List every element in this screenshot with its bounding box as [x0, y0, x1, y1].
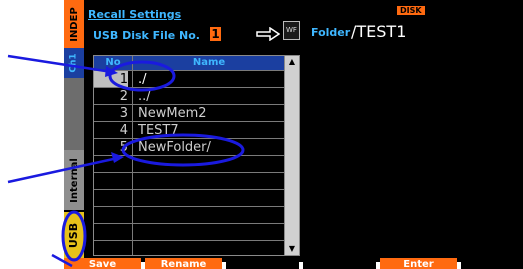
scroll-up-icon[interactable]: ▲	[285, 56, 299, 68]
table-row[interactable]: 4 TEST7	[94, 121, 285, 139]
softkey-blank-4[interactable]	[303, 258, 376, 269]
column-header-name: Name	[133, 56, 285, 70]
folder-label: Folder	[311, 26, 351, 39]
table-row-empty	[94, 189, 285, 207]
file-table: No Name 1 ./ 2 ../ 3 NewMem2 4 TEST7 5 N…	[93, 55, 286, 256]
row-name: NewFolder/	[138, 140, 211, 155]
column-header-no: No	[94, 56, 132, 70]
side-strip	[64, 78, 84, 150]
table-row-empty	[94, 240, 285, 258]
scrollbar[interactable]: ▲ ▼	[284, 55, 300, 256]
row-number: 2	[119, 89, 128, 104]
usb-tab[interactable]: USB	[64, 212, 84, 258]
disk-badge: DISK	[397, 6, 425, 15]
softkey-save[interactable]: Save	[64, 258, 141, 269]
table-row-empty	[94, 223, 285, 241]
row-name: TEST7	[138, 123, 179, 138]
folder-path: /TEST1	[351, 22, 407, 41]
table-row-empty	[94, 155, 285, 173]
row-name: ../	[138, 89, 151, 104]
row-number: 1	[94, 71, 128, 88]
indep-tab[interactable]: INDEP	[64, 0, 84, 48]
row-number: 5	[119, 140, 128, 155]
softkey-blank-3[interactable]	[226, 258, 299, 269]
row-number: 3	[119, 106, 128, 121]
softkey-enter[interactable]: Enter	[380, 258, 457, 269]
internal-tab[interactable]: Internal	[64, 150, 84, 210]
page-title: Recall Settings	[88, 8, 182, 21]
table-row[interactable]: 3 NewMem2	[94, 104, 285, 122]
scroll-down-icon[interactable]: ▼	[285, 243, 299, 255]
table-row-empty	[94, 172, 285, 190]
wf-file-icon: WF	[283, 21, 300, 40]
table-row-empty	[94, 206, 285, 224]
row-name: NewMem2	[138, 106, 207, 121]
softkey-rename[interactable]: Rename	[145, 258, 222, 269]
row-name: ./	[138, 72, 147, 87]
table-row[interactable]: 5 NewFolder/	[94, 138, 285, 156]
table-row[interactable]: 2 ../	[94, 87, 285, 105]
usb-file-label: USB Disk File No.	[93, 29, 200, 42]
table-row[interactable]: 1 ./	[94, 70, 285, 88]
channel-tab[interactable]: Ch1	[64, 48, 84, 78]
file-number-field[interactable]: 1	[210, 27, 221, 41]
softkey-blank-6[interactable]	[461, 258, 523, 269]
row-number: 4	[119, 123, 128, 138]
arrow-right-icon	[256, 27, 280, 41]
